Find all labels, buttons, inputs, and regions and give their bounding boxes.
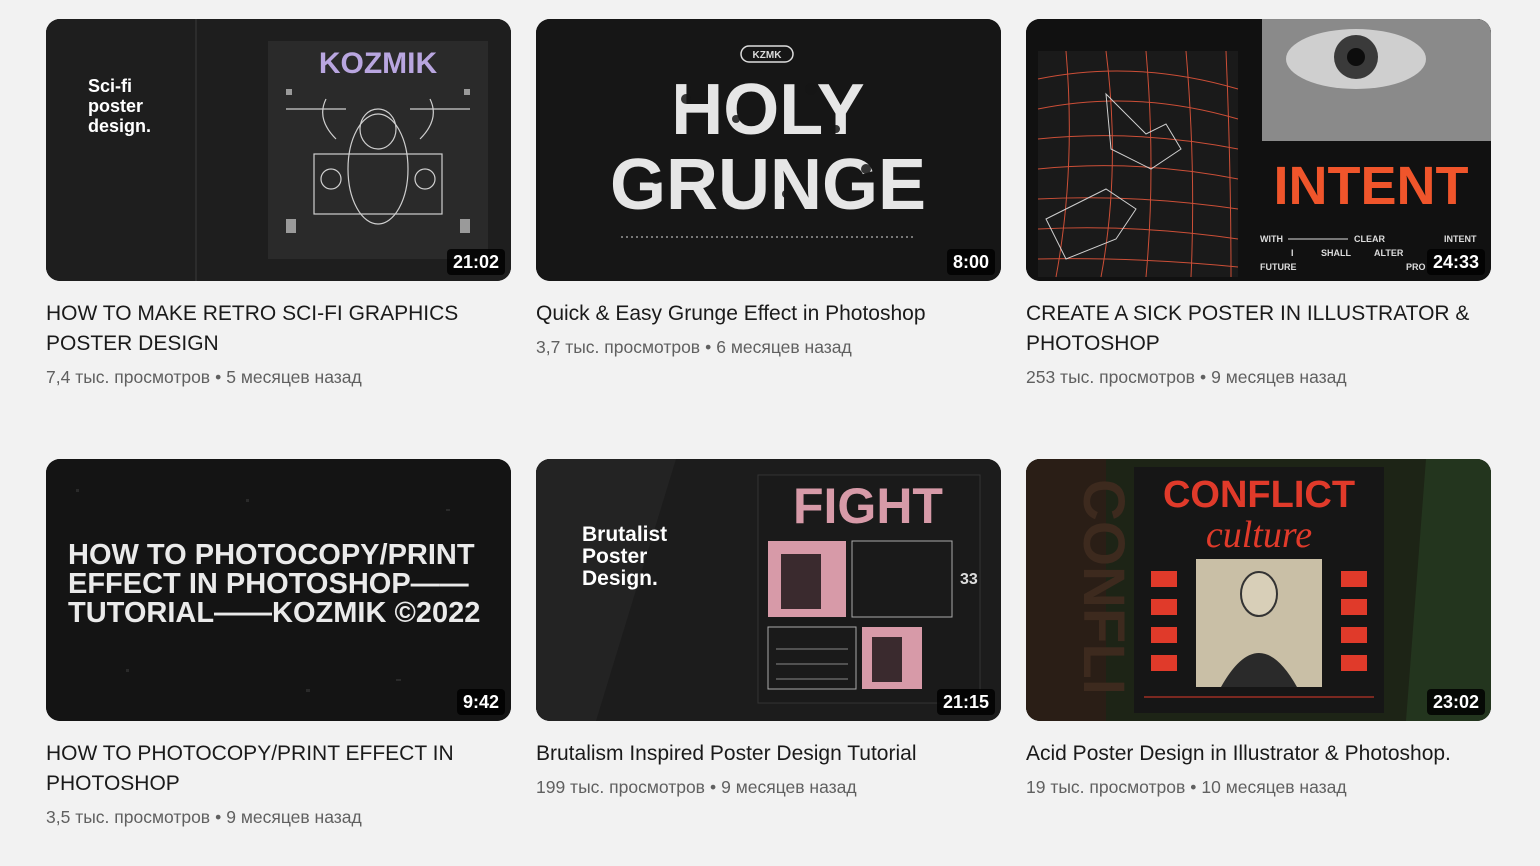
video-card[interactable]: INTENT WITH CLEAR INTENT I SHALL ALTER F… (1026, 19, 1491, 388)
video-title[interactable]: HOW TO MAKE RETRO SCI-FI GRAPHICS POSTER… (46, 299, 511, 359)
video-card[interactable]: Sci-fi poster design. KOZMIK 21:02 HOW T… (46, 19, 511, 388)
video-duration: 21:15 (936, 689, 995, 715)
thumb-headline: INTENT (1274, 156, 1469, 216)
thumb-word: WITH (1260, 234, 1283, 244)
video-meta: 7,4 тыс. просмотров • 5 месяцев назад (46, 366, 511, 388)
video-duration: 9:42 (456, 689, 505, 715)
thumb-headline: FIGHT (793, 478, 943, 534)
thumb-line-1: CONFLICT (1163, 474, 1355, 516)
thumb-line-1: HOW TO PHOTOCOPY/PRINT (68, 539, 475, 571)
thumbnail-art-photocopy: HOW TO PHOTOCOPY/PRINT EFFECT IN PHOTOSH… (46, 459, 511, 721)
separator-dot: • (215, 367, 222, 387)
thumb-word: SHALL (1321, 248, 1351, 258)
upload-age: 5 месяцев назад (226, 367, 362, 387)
thumb-line-2: EFFECT IN PHOTOSHOP—— (68, 568, 469, 600)
separator-dot: • (709, 777, 717, 797)
thumb-caption-3: design. (88, 116, 151, 136)
thumb-word: INTENT (1444, 234, 1477, 244)
video-thumbnail[interactable]: HOW TO PHOTOCOPY/PRINT EFFECT IN PHOTOSH… (46, 459, 511, 721)
view-count: 7,4 тыс. просмотров (46, 367, 211, 387)
video-meta: 19 тыс. просмотров • 10 месяцев назад (1026, 776, 1491, 798)
upload-age: 9 месяцев назад (226, 807, 362, 827)
upload-age: 10 месяцев назад (1201, 777, 1347, 797)
thumb-number: 33 (960, 571, 978, 588)
video-thumbnail[interactable]: CONFLI CONFLICT culture 23:02 (1026, 459, 1491, 721)
view-count: 3,5 тыс. просмотров (46, 807, 211, 827)
thumb-caption-1: Brutalist (582, 523, 667, 546)
thumb-caption-2: Poster (582, 545, 647, 568)
thumb-logo: KOZMIK (319, 47, 438, 80)
video-meta: 253 тыс. просмотров • 9 месяцев назад (1026, 366, 1491, 388)
view-count: 253 тыс. просмотров (1026, 367, 1195, 387)
view-count: 3,7 тыс. просмотров (536, 337, 701, 357)
thumb-line-2: culture (1206, 514, 1312, 556)
video-meta: 3,7 тыс. просмотров • 6 месяцев назад (536, 336, 1001, 358)
thumb-caption-1: Sci-fi (88, 76, 132, 96)
video-duration: 24:33 (1426, 249, 1485, 275)
thumbnail-art-grunge: KZMK HOLY GRUNGE (536, 19, 1001, 281)
thumb-badge: KZMK (753, 50, 783, 61)
thumbnail-art-intent: INTENT WITH CLEAR INTENT I SHALL ALTER F… (1026, 19, 1491, 281)
video-thumbnail[interactable]: KZMK HOLY GRUNGE 8:00 (536, 19, 1001, 281)
thumb-word: ALTER (1374, 248, 1404, 258)
thumbnail-art-acid: CONFLI CONFLICT culture (1026, 459, 1491, 721)
view-count: 199 тыс. просмотров (536, 777, 705, 797)
video-thumbnail[interactable]: INTENT WITH CLEAR INTENT I SHALL ALTER F… (1026, 19, 1491, 281)
video-thumbnail[interactable]: Sci-fi poster design. KOZMIK 21:02 (46, 19, 511, 281)
video-duration: 21:02 (446, 249, 505, 275)
thumb-word: PRO (1406, 262, 1426, 272)
thumb-line-2: GRUNGE (610, 145, 926, 225)
video-title[interactable]: CREATE A SICK POSTER IN ILLUSTRATOR & PH… (1026, 299, 1491, 359)
thumbnail-art-scifi: Sci-fi poster design. KOZMIK (46, 19, 511, 281)
thumb-side-text: CONFLI (1071, 479, 1136, 695)
video-meta: 199 тыс. просмотров • 9 месяцев назад (536, 776, 1001, 798)
thumbnail-art-brutalist: Brutalist Poster Design. FIGHT 33 (536, 459, 1001, 721)
video-grid: Sci-fi poster design. KOZMIK 21:02 HOW T… (46, 19, 1492, 859)
thumb-word: CLEAR (1354, 234, 1385, 244)
upload-age: 9 месяцев назад (721, 777, 857, 797)
video-card[interactable]: Brutalist Poster Design. FIGHT 33 21:15 … (536, 459, 1001, 798)
thumb-line-1: HOLY (671, 70, 864, 150)
video-card[interactable]: KZMK HOLY GRUNGE 8:00 Quick & Easy Grung… (536, 19, 1001, 358)
separator-dot: • (1190, 777, 1197, 797)
view-count: 19 тыс. просмотров (1026, 777, 1186, 797)
video-title[interactable]: Acid Poster Design in Illustrator & Phot… (1026, 739, 1491, 769)
upload-age: 6 месяцев назад (716, 337, 852, 357)
video-meta: 3,5 тыс. просмотров • 9 месяцев назад (46, 806, 511, 828)
upload-age: 9 месяцев назад (1211, 367, 1347, 387)
video-duration: 8:00 (946, 249, 995, 275)
video-thumbnail[interactable]: Brutalist Poster Design. FIGHT 33 21:15 (536, 459, 1001, 721)
thumb-word: FUTURE (1260, 262, 1297, 272)
video-title[interactable]: Quick & Easy Grunge Effect in Photoshop (536, 299, 1001, 329)
video-title[interactable]: Brutalism Inspired Poster Design Tutoria… (536, 739, 1001, 769)
video-card[interactable]: CONFLI CONFLICT culture 23:02 Acid Poste… (1026, 459, 1491, 798)
thumb-caption-3: Design. (582, 567, 658, 590)
separator-dot: • (215, 807, 222, 827)
separator-dot: • (1199, 367, 1207, 387)
video-duration: 23:02 (1426, 689, 1485, 715)
separator-dot: • (705, 337, 712, 357)
thumb-word: I (1291, 248, 1294, 258)
video-card[interactable]: HOW TO PHOTOCOPY/PRINT EFFECT IN PHOTOSH… (46, 459, 511, 828)
video-title[interactable]: HOW TO PHOTOCOPY/PRINT EFFECT IN PHOTOSH… (46, 739, 511, 799)
thumb-line-3: TUTORIAL——KOZMIK ©2022 (68, 597, 480, 629)
thumb-caption-2: poster (88, 96, 143, 116)
